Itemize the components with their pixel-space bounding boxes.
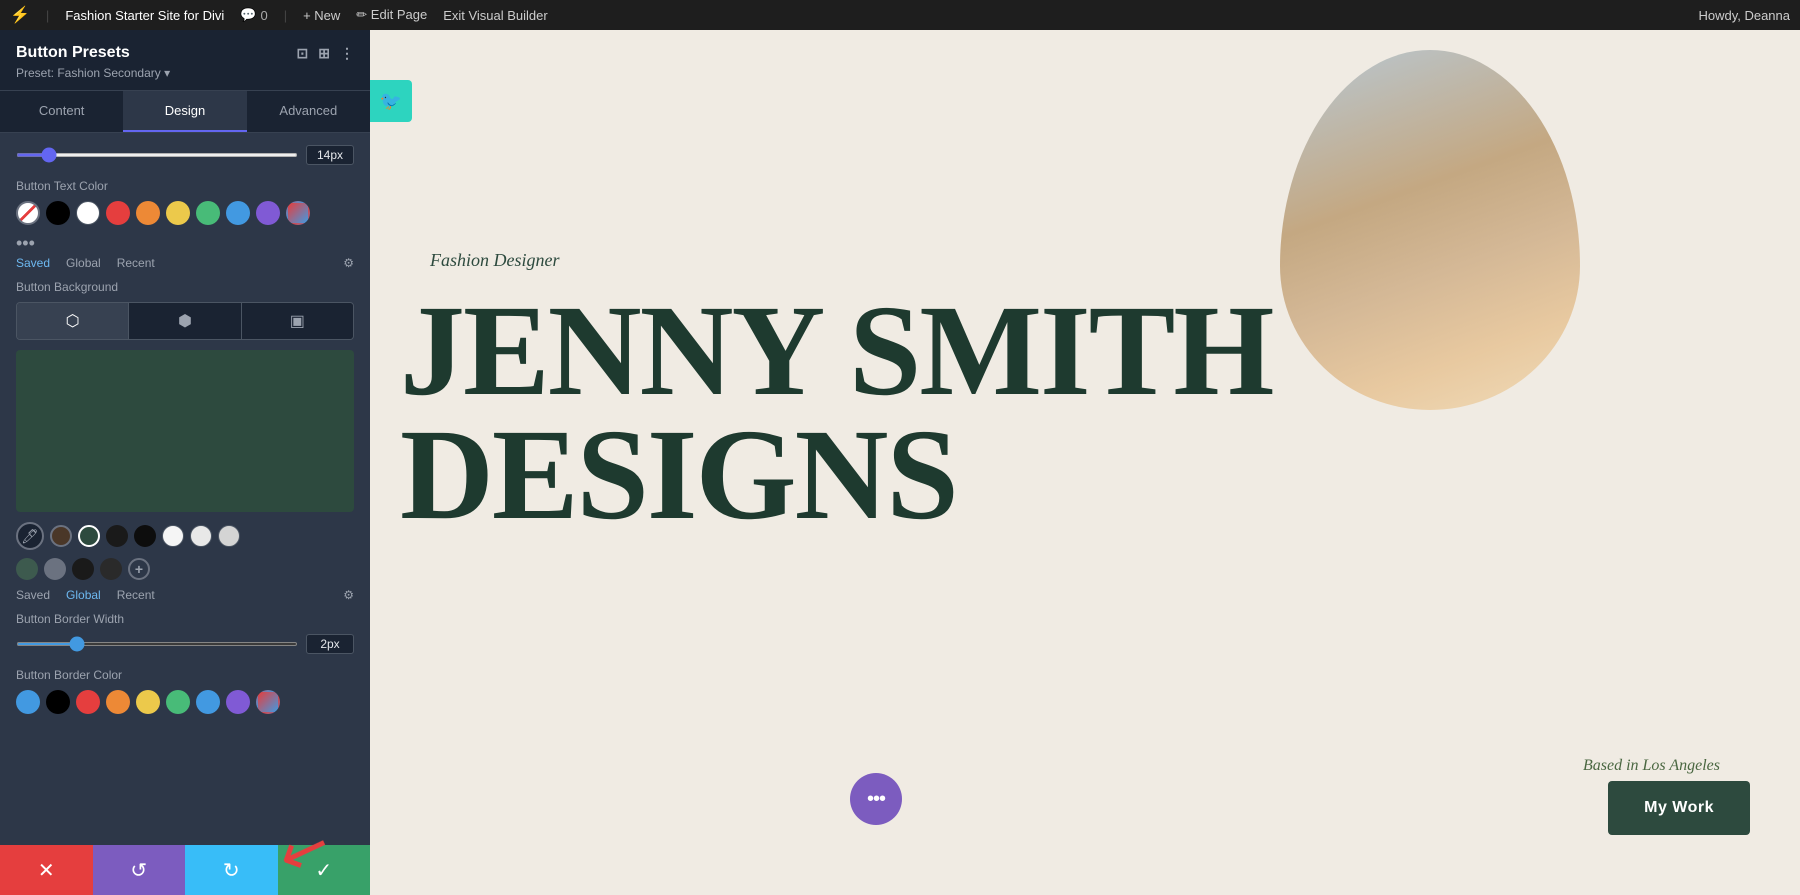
bg-image-btn[interactable]: ▣ <box>242 303 353 339</box>
text-color-recent-tab[interactable]: Recent <box>117 256 155 270</box>
new-link[interactable]: + New <box>303 8 340 23</box>
bottom-action-bar: ✕ ↺ ↻ ✓ <box>0 845 370 895</box>
sidebar-header: Button Presets ⊡ ⊞ ⋮ Preset: Fashion Sec… <box>0 30 370 91</box>
border-width-slider[interactable] <box>16 642 298 646</box>
focus-icon[interactable]: ⊡ <box>297 45 309 62</box>
border-color-orange[interactable] <box>106 690 130 714</box>
text-color-saved-tab[interactable]: Saved <box>16 256 50 270</box>
sidebar-panel: Button Presets ⊡ ⊞ ⋮ Preset: Fashion Sec… <box>0 30 370 895</box>
preset-label[interactable]: Preset: Fashion Secondary ▾ <box>16 66 354 80</box>
bg-color-recent-tab[interactable]: Recent <box>117 588 155 602</box>
button-text-color-label: Button Text Color <box>16 179 354 193</box>
border-color-blue-active[interactable] <box>16 690 40 714</box>
border-color-pencil[interactable] <box>256 690 280 714</box>
font-size-value: 14px <box>306 145 354 165</box>
text-color-white[interactable] <box>76 201 100 225</box>
exit-visual-builder-link[interactable]: Exit Visual Builder <box>443 8 548 23</box>
border-width-slider-row: 2px <box>16 634 354 654</box>
bg-color-swatches-row2: + <box>16 558 354 580</box>
border-color-blue2[interactable] <box>196 690 220 714</box>
wordpress-logo[interactable]: ⚡ <box>10 5 30 25</box>
text-color-blue[interactable] <box>226 201 250 225</box>
text-color-swatches <box>16 201 354 225</box>
bg-solid-btn[interactable]: ⬡ <box>17 303 129 339</box>
text-color-green[interactable] <box>196 201 220 225</box>
bg-color-settings[interactable]: ⚙ <box>343 588 354 602</box>
text-color-yellow[interactable] <box>166 201 190 225</box>
border-color-black[interactable] <box>46 690 70 714</box>
button-border-width-label: Button Border Width <box>16 612 354 626</box>
site-name[interactable]: Fashion Starter Site for Divi <box>65 8 224 23</box>
tab-advanced[interactable]: Advanced <box>247 91 370 132</box>
hero-name: JENNY SMITH DESIGNS <box>400 290 1770 537</box>
bg-swatch-brown[interactable] <box>50 525 72 547</box>
bg-swatch-gray[interactable] <box>218 525 240 547</box>
font-size-slider-row: 14px <box>16 145 354 165</box>
my-work-button[interactable]: My Work <box>1608 781 1750 835</box>
comment-count[interactable]: 💬 0 <box>240 7 267 23</box>
bg-swatch-nearwhite[interactable] <box>162 525 184 547</box>
text-color-transparent[interactable] <box>16 201 40 225</box>
undo-button[interactable]: ↺ <box>93 845 186 895</box>
cancel-button[interactable]: ✕ <box>0 845 93 895</box>
user-howdy: Howdy, Deanna <box>1698 8 1790 23</box>
divi-sidebar-toggle[interactable]: 🐦 <box>370 80 412 122</box>
bg-color-preview[interactable] <box>16 350 354 512</box>
bg-color-swatches-row: 🖊 <box>16 522 354 550</box>
bg-gradient-btn[interactable]: ⬢ <box>129 303 241 339</box>
edit-page-link[interactable]: ✏ Edit Page <box>356 7 427 23</box>
border-color-swatches <box>16 690 354 714</box>
more-colors-dots[interactable]: ••• <box>16 233 35 253</box>
add-color-button[interactable]: + <box>128 558 150 580</box>
main-content-area: 🐦 Fashion Designer JENNY SMITH DESIGNS B… <box>370 30 1800 895</box>
bg-swatch-darkgreen[interactable] <box>78 525 100 547</box>
bg-color-tabs: Saved Global Recent ⚙ <box>16 588 354 602</box>
bg-swatch-lightgray[interactable] <box>190 525 212 547</box>
font-size-slider[interactable] <box>16 153 298 157</box>
hero-location: Based in Los Angeles <box>1583 757 1720 775</box>
top-bar: ⚡ | Fashion Starter Site for Divi 💬 0 | … <box>0 0 1800 30</box>
border-color-red[interactable] <box>76 690 100 714</box>
text-color-settings[interactable]: ⚙ <box>343 256 354 270</box>
save-button[interactable]: ✓ <box>278 845 371 895</box>
tab-design[interactable]: Design <box>123 91 246 132</box>
bg-swatch-black[interactable] <box>134 525 156 547</box>
border-color-yellow[interactable] <box>136 690 160 714</box>
sidebar-content: 14px Button Text Color ••• Saved Global … <box>0 133 370 895</box>
sidebar-tabs: Content Design Advanced <box>0 91 370 133</box>
border-color-purple[interactable] <box>226 690 250 714</box>
hero-section: Fashion Designer JENNY SMITH DESIGNS Bas… <box>370 30 1800 895</box>
more-options-icon[interactable]: ⋮ <box>340 45 354 62</box>
text-color-red[interactable] <box>106 201 130 225</box>
text-color-purple[interactable] <box>256 201 280 225</box>
text-color-tabs: Saved Global Recent ⚙ <box>16 256 354 270</box>
comment-icon: 💬 <box>240 7 256 23</box>
bg-swatch-nearblack[interactable] <box>106 525 128 547</box>
text-color-orange[interactable] <box>136 201 160 225</box>
text-color-pencil[interactable] <box>286 201 310 225</box>
columns-icon[interactable]: ⊞ <box>318 45 330 62</box>
redo-button[interactable]: ↻ <box>185 845 278 895</box>
panel-title: Button Presets ⊡ ⊞ ⋮ <box>16 44 354 62</box>
bg-color-picker-icon[interactable]: 🖊 <box>16 522 44 550</box>
border-color-green[interactable] <box>166 690 190 714</box>
text-color-black[interactable] <box>46 201 70 225</box>
hero-subtitle: Fashion Designer <box>430 250 560 271</box>
bg-type-row: ⬡ ⬢ ▣ <box>16 302 354 340</box>
bg-swatch-2-4[interactable] <box>100 558 122 580</box>
bg-color-global-tab[interactable]: Global <box>66 588 101 602</box>
text-color-global-tab[interactable]: Global <box>66 256 101 270</box>
dots-menu-button[interactable]: ••• <box>850 773 902 825</box>
bg-color-saved-tab[interactable]: Saved <box>16 588 50 602</box>
bg-swatch-2-2[interactable] <box>44 558 66 580</box>
tab-content[interactable]: Content <box>0 91 123 132</box>
bg-swatch-2-1[interactable] <box>16 558 38 580</box>
button-bg-label: Button Background <box>16 280 354 294</box>
button-border-color-label: Button Border Color <box>16 668 354 682</box>
border-width-value: 2px <box>306 634 354 654</box>
bg-swatch-2-3[interactable] <box>72 558 94 580</box>
